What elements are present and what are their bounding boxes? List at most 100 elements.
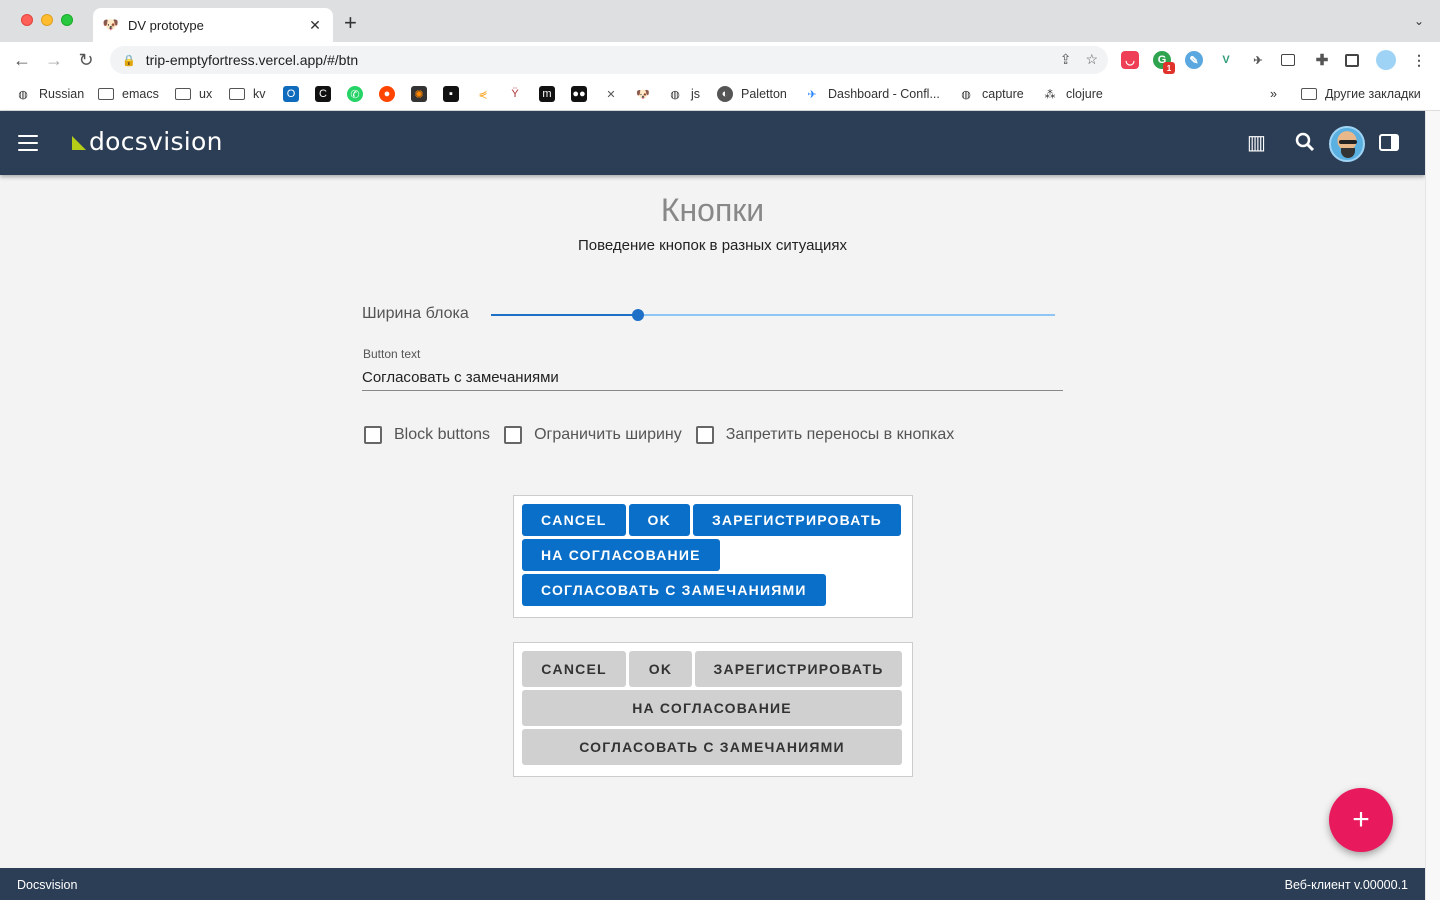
search-icon[interactable] [1295, 132, 1315, 157]
cancel-button[interactable]: CANCEL [522, 651, 626, 687]
app-footer: Docsvision Веб-клиент v.00000.1 [0, 868, 1425, 900]
block-width-slider[interactable] [491, 309, 1055, 321]
bookmark-label: js [691, 87, 701, 101]
bookmark-share[interactable]: ⋞ [475, 84, 491, 104]
dog-favicon-icon: 🐶 [102, 17, 120, 32]
no-wrap-checkbox[interactable]: Запретить переносы в кнопках [695, 426, 954, 444]
screenshot-icon[interactable] [1281, 54, 1295, 66]
register-button[interactable]: ЗАРЕГИСТРИРОВАТЬ [692, 504, 901, 536]
globe-icon: ◍ [961, 88, 971, 101]
bookmark-c[interactable]: C [315, 84, 331, 104]
page-subtitle: Поведение кнопок в разных ситуациях [577, 237, 848, 254]
checkbox-box[interactable] [504, 426, 523, 444]
vue-icon[interactable]: V [1217, 51, 1235, 69]
browser-tab[interactable]: 🐶 DV prototype ✕ [93, 8, 333, 42]
checkbox-label: Ограничить ширину [534, 426, 682, 443]
cancel-button[interactable]: CANCEL [522, 504, 626, 536]
c-icon: C [315, 86, 331, 102]
pocket-icon[interactable]: ◡ [1121, 51, 1139, 69]
checkbox-box[interactable] [364, 426, 382, 444]
bookmark-emacs[interactable]: emacs [98, 84, 159, 104]
new-tab-button[interactable]: + [344, 12, 357, 34]
button-text-label: Button text [363, 347, 421, 361]
tab-search-chevron-icon[interactable]: ⌄ [1414, 14, 1424, 28]
back-arrow-icon[interactable]: ← [11, 49, 33, 71]
star-icon[interactable]: ☆ [1085, 51, 1098, 68]
bookmark-ux[interactable]: ux [175, 84, 212, 104]
browser-tabbar: 🐶 DV prototype ✕ + ⌄ [0, 0, 1440, 42]
dog-icon: 🐶 [636, 88, 650, 101]
folder-icon [98, 88, 114, 100]
browser-menu-icon[interactable]: ⋮ [1410, 51, 1428, 69]
slider-thumb[interactable] [631, 309, 644, 321]
bookmark-label: clojure [1066, 87, 1103, 101]
bookmark-js[interactable]: ◍ js [667, 84, 700, 104]
docsvision-logo[interactable]: docsvision [72, 127, 223, 156]
side-panel-icon[interactable] [1379, 134, 1399, 151]
hamburger-menu-icon[interactable] [18, 135, 38, 151]
bookmark-label: ux [199, 87, 213, 101]
close-window-button[interactable] [21, 14, 33, 26]
maximize-window-button[interactable] [61, 14, 73, 26]
block-buttons-checkbox[interactable]: Block buttons [364, 426, 490, 444]
sidepanel-icon[interactable] [1345, 54, 1359, 67]
bookmark-label: Russian [39, 87, 85, 101]
send-for-approval-button[interactable]: НА СОГЛАСОВАНИЕ [522, 690, 902, 726]
ok-button[interactable]: OK [629, 651, 692, 687]
profile-avatar-icon[interactable] [1376, 50, 1396, 70]
slider-label: Ширина блока [362, 305, 469, 322]
approve-with-notes-button[interactable]: СОГЛАСОВАТЬ С ЗАМЕЧАНИЯМИ [522, 729, 902, 765]
bookmark-reddit[interactable]: ● [379, 84, 395, 104]
bookmark-label: Другие закладки [1325, 87, 1421, 101]
button-group-block: CANCEL OK ЗАРЕГИСТРИРОВАТЬ НА СОГЛАСОВАН… [513, 642, 913, 777]
footer-brand: Docsvision [17, 878, 78, 892]
palette-icon: ◐ [717, 86, 733, 102]
bookmark-dashboard[interactable]: ✈ Dashboard - Confl... [804, 84, 939, 104]
close-tab-icon[interactable]: ✕ [307, 17, 323, 34]
forward-arrow-icon[interactable]: → [43, 49, 65, 71]
user-avatar[interactable] [1329, 126, 1365, 162]
bookmark-outlook[interactable]: O [283, 84, 299, 104]
page-title: Кнопки [660, 192, 765, 228]
page-scrollbar[interactable] [1425, 111, 1440, 900]
bookmark-clojure[interactable]: ⁂ clojure [1042, 84, 1103, 104]
bookmark-yc[interactable]: Ÿ [507, 84, 523, 104]
bookmark-dog[interactable]: 🐶 [635, 84, 651, 104]
compass-icon[interactable]: ✎ [1185, 51, 1203, 69]
share-icon[interactable]: ⇪ [1060, 51, 1072, 68]
crossed-tools-icon: ✕ [606, 88, 616, 101]
bookmark-paletton[interactable]: ◐ Paletton [717, 84, 787, 104]
add-fab-button[interactable]: + [1329, 788, 1393, 852]
bookmark-flickr[interactable]: ●● [571, 84, 587, 104]
bookmark-kv[interactable]: kv [229, 84, 266, 104]
ok-button[interactable]: OK [628, 504, 690, 536]
button-text-input[interactable] [362, 364, 1063, 391]
checkbox-box[interactable] [695, 426, 714, 444]
bookmark-capture[interactable]: ◍ capture [958, 84, 1024, 104]
send-for-approval-button[interactable]: НА СОГЛАСОВАНИЕ [522, 539, 720, 571]
bookmark-terminal[interactable]: ▪ [443, 84, 459, 104]
reload-icon[interactable]: ↻ [75, 49, 97, 71]
bookmark-label: emacs [122, 87, 159, 101]
yc-icon: Ÿ [511, 88, 519, 100]
approve-with-notes-button[interactable]: СОГЛАСОВАТЬ С ЗАМЕЧАНИЯМИ [522, 574, 826, 606]
register-button[interactable]: ЗАРЕГИСТРИРОВАТЬ [695, 651, 902, 687]
bookmark-m[interactable]: m [539, 84, 555, 104]
bookmark-whatsapp[interactable]: ✆ [347, 84, 363, 104]
bookmark-other[interactable]: Другие закладки [1301, 84, 1421, 104]
bookmarks-overflow[interactable]: » [1270, 84, 1277, 104]
checkbox-label: Block buttons [394, 426, 491, 443]
fractal-icon: ⁂ [1044, 88, 1056, 101]
limit-width-checkbox[interactable]: Ограничить ширину [504, 426, 682, 444]
footer-version: Веб-клиент v.00000.1 [1284, 878, 1408, 892]
address-bar[interactable]: 🔒 trip-emptyfortress.vercel.app/#/btn ⇪ … [110, 46, 1108, 74]
minimize-window-button[interactable] [41, 14, 53, 26]
bookmark-tool[interactable]: ✕ [603, 84, 619, 104]
tab-title: DV prototype [128, 17, 204, 33]
folder-icon [1301, 88, 1317, 100]
bookmark-gear[interactable]: ✺ [411, 84, 427, 104]
puzzle-icon[interactable]: ✚ [1313, 51, 1331, 69]
rocket-icon[interactable]: ✈ [1249, 51, 1267, 69]
bookmark-russian[interactable]: ◍ Russian [15, 84, 84, 104]
barcode-search-icon[interactable]: ▥ [1247, 132, 1266, 154]
